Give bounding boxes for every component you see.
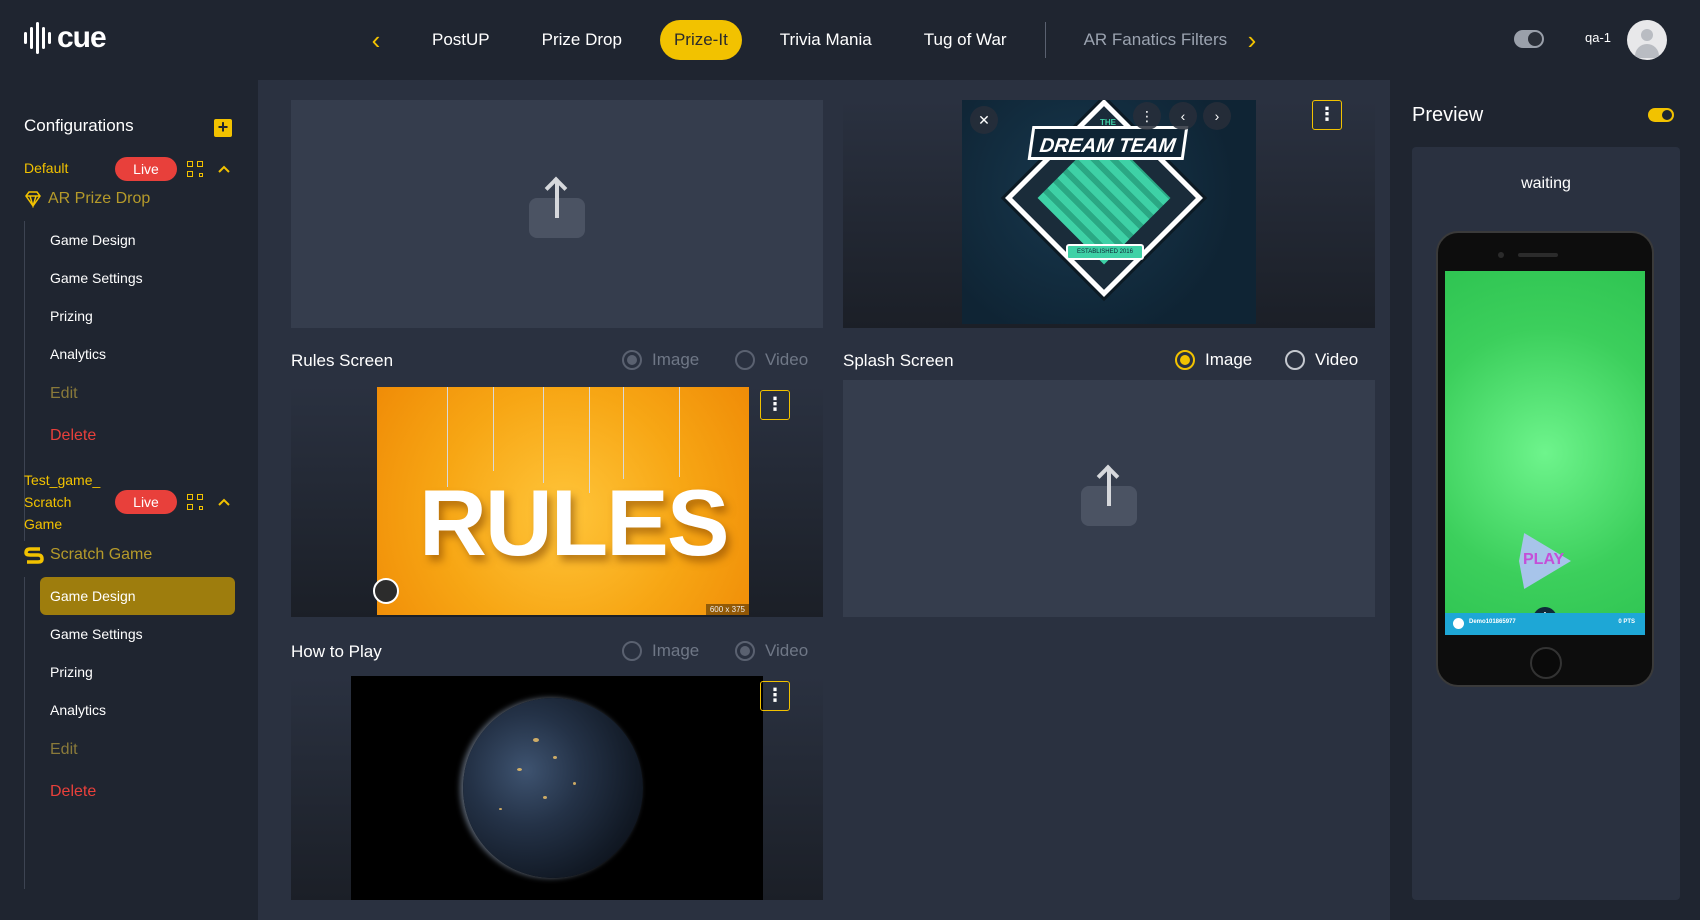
config-name-test-game[interactable]: Test_game_ Scratch Game	[24, 469, 100, 535]
splash-image-radio[interactable]: Image	[1175, 350, 1252, 370]
game-type-ar-prize-drop: AR Prize Drop	[24, 190, 150, 208]
chevron-up-icon[interactable]	[217, 162, 231, 176]
how-to-play-label: How to Play	[291, 642, 382, 661]
tab-tug-of-war[interactable]: Tug of War	[910, 20, 1021, 60]
add-configuration-button[interactable]: +	[214, 118, 232, 137]
sidebar-item-game-design[interactable]: Game Design	[40, 577, 235, 615]
radio-dot	[1285, 350, 1305, 370]
rules-image: RULES 600 x 375	[377, 387, 749, 615]
splash-upload-dropzone[interactable]	[843, 380, 1375, 617]
top-bar: cue ‹ PostUP Prize Drop Prize-It Trivia …	[0, 0, 1700, 80]
upload-dropzone[interactable]	[291, 100, 823, 328]
sidebar-item-analytics[interactable]: Analytics	[40, 335, 235, 373]
media-preview-how-to-play: ⋮	[291, 676, 823, 900]
radio-dot	[735, 350, 755, 370]
splash-video-radio[interactable]: Video	[1285, 350, 1358, 370]
game-type-label: AR Prize Drop	[48, 190, 151, 207]
rules-image-radio[interactable]: Image	[622, 350, 699, 370]
theme-toggle[interactable]	[1514, 30, 1544, 48]
preview-status: waiting	[1521, 175, 1571, 192]
preview-card: waiting PLAY + Demo101865977 0 PTS	[1412, 147, 1680, 900]
tab-prize-drop[interactable]: Prize Drop	[528, 20, 636, 60]
rules-text: RULES	[419, 470, 730, 575]
editor-panel: DREAM TEAM THE ESTABLISHED 2016 ✕ ⋮ ‹ › …	[258, 80, 1390, 920]
chevron-left-icon[interactable]: ‹	[1169, 102, 1197, 130]
sidebar-item-prizing[interactable]: Prizing	[40, 653, 235, 691]
avatar[interactable]	[1627, 20, 1667, 60]
media-options-button[interactable]: ⋮	[760, 390, 790, 420]
preview-toggle[interactable]	[1648, 108, 1674, 122]
earth-image	[463, 698, 643, 878]
dream-team-ribbon: ESTABLISHED 2016	[1066, 244, 1144, 260]
phone-screen: PLAY + Demo101865977 0 PTS	[1445, 271, 1645, 635]
media-options-button[interactable]: ⋮	[1312, 100, 1342, 130]
sidebar-item-edit[interactable]: Edit	[40, 731, 235, 769]
tabs-prev-button[interactable]: ‹	[366, 26, 386, 54]
close-icon[interactable]: ✕	[970, 106, 998, 134]
cue-logo[interactable]: cue	[24, 20, 107, 56]
tab-divider	[1044, 22, 1046, 58]
diamond-icon	[25, 191, 41, 208]
user-icon	[1641, 29, 1653, 41]
sidebar-item-prizing[interactable]: Prizing	[40, 297, 235, 335]
sidebar-item-edit[interactable]: Edit	[40, 375, 235, 413]
image-size-tag: 600 x 375	[705, 604, 749, 615]
chevron-right-icon[interactable]: ›	[1203, 102, 1231, 130]
phone-mockup: PLAY + Demo101865977 0 PTS	[1436, 231, 1654, 687]
qr-code-icon[interactable]	[187, 161, 203, 177]
game-type-label: Scratch Game	[50, 546, 153, 563]
sidebar-item-game-design[interactable]: Game Design	[40, 221, 235, 259]
radio-dot	[1175, 350, 1195, 370]
user-name: qa-1	[1585, 30, 1612, 45]
rules-screen-label: Rules Screen	[291, 351, 394, 370]
chevron-up-icon[interactable]	[217, 495, 231, 509]
dream-team-title: DREAM TEAM	[1027, 126, 1189, 160]
live-badge: Live	[115, 490, 177, 514]
qr-code-icon[interactable]	[187, 494, 203, 510]
logo-text: cue	[57, 21, 107, 54]
live-badge: Live	[115, 157, 177, 181]
phone-status-bar: Demo101865977 0 PTS	[1445, 613, 1645, 635]
dream-team-top: THE	[1100, 118, 1116, 127]
media-preview-rules: RULES 600 x 375 ⋮	[291, 385, 823, 617]
sidebar: Configurations + Default Live AR Prize D…	[0, 80, 258, 920]
tabs-next-button[interactable]: ›	[1242, 26, 1262, 54]
more-vertical-icon[interactable]: ⋮	[1133, 102, 1161, 130]
radio-dot	[622, 350, 642, 370]
how-to-play-video-radio[interactable]: Video	[735, 641, 808, 661]
preview-title: Preview	[1412, 104, 1484, 126]
sidebar-item-delete[interactable]: Delete	[40, 773, 235, 811]
how-to-play-image-radio[interactable]: Image	[622, 641, 699, 661]
upload-icon	[1081, 470, 1137, 526]
game-tabs: PostUP Prize Drop Prize-It Trivia Mania …	[418, 20, 1265, 60]
tab-postup[interactable]: PostUP	[418, 20, 504, 60]
config-name-default[interactable]: Default	[24, 157, 68, 179]
splash-screen-label: Splash Screen	[843, 351, 954, 370]
dream-team-image: DREAM TEAM THE ESTABLISHED 2016	[962, 100, 1256, 324]
media-options-button[interactable]: ⋮	[760, 681, 790, 711]
media-preview-logo: DREAM TEAM THE ESTABLISHED 2016 ✕ ⋮ ‹ › …	[843, 100, 1375, 328]
sidebar-item-delete[interactable]: Delete	[40, 417, 235, 455]
play-label: PLAY	[1523, 551, 1565, 568]
radio-dot	[622, 641, 642, 661]
sidebar-item-game-settings[interactable]: Game Settings	[40, 259, 235, 297]
waveform-icon	[24, 20, 51, 56]
sidebar-item-analytics[interactable]: Analytics	[40, 691, 235, 729]
rules-video-radio[interactable]: Video	[735, 350, 808, 370]
phone-home-button	[1530, 647, 1562, 679]
radio-dot	[735, 641, 755, 661]
game-type-scratch-game: Scratch Game	[24, 545, 152, 565]
earth-video-thumbnail	[351, 676, 763, 900]
upload-icon	[529, 182, 585, 238]
tab-trivia-mania[interactable]: Trivia Mania	[766, 20, 886, 60]
focus-icon[interactable]	[373, 578, 399, 604]
configurations-title: Configurations	[24, 116, 134, 135]
tab-ar-fanatics-filters[interactable]: AR Fanatics Filters	[1070, 20, 1242, 60]
scratch-s-icon	[24, 547, 44, 564]
tab-prize-it[interactable]: Prize-It	[659, 20, 742, 60]
tree-line	[24, 577, 25, 889]
sidebar-item-game-settings[interactable]: Game Settings	[40, 615, 235, 653]
preview-panel: Preview waiting PLAY + Demo101865977 0 P…	[1390, 80, 1700, 920]
